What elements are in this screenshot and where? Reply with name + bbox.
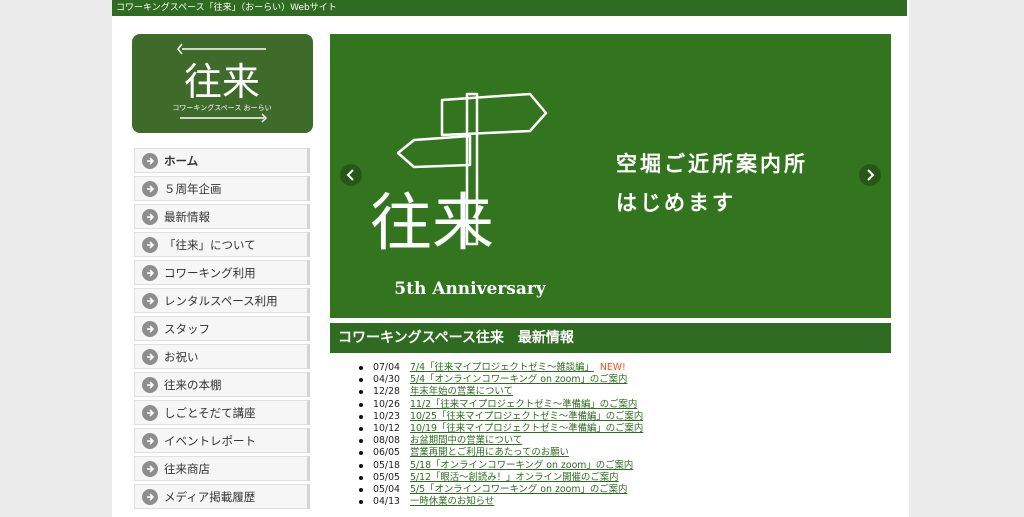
nav-item-label: お祝い: [164, 349, 199, 364]
arrow-right-icon: [142, 320, 158, 337]
news-date: 04/30: [373, 374, 401, 386]
chevron-left-icon: [346, 169, 354, 181]
news-item: 10/12 10/19「往来マイプロジェクトゼミ～準備編」のご案内: [358, 423, 643, 435]
news-link[interactable]: 5/12「眼活～創読み！」オンライン開催のご案内: [410, 472, 619, 483]
logo-graphic: 往来 コワーキングスペース おーらい: [172, 43, 272, 123]
arrow-right-icon: [142, 348, 158, 365]
nav-item-work-course[interactable]: しごとそだて講座: [134, 400, 310, 425]
news-date: 08/08: [373, 435, 401, 447]
nav-item-about[interactable]: 「往来」について: [134, 232, 310, 257]
nav-item-shop[interactable]: 往来商店: [134, 456, 310, 481]
news-link[interactable]: 5/4「オンラインコワーキング on zoom」のご案内: [410, 374, 627, 385]
arrow-right-icon: [142, 236, 158, 253]
nav-item-bookshelf[interactable]: 往来の本棚: [134, 372, 310, 397]
news-date: 05/18: [373, 459, 401, 471]
nav-item-label: 最新情報: [164, 209, 210, 224]
arrow-right-icon: [142, 460, 158, 477]
nav-item-label: しごとそだて講座: [164, 405, 256, 420]
slide-headline-1: 空堀ご近所案内所: [616, 152, 808, 176]
news-link[interactable]: 5/5「オンラインコワーキング on zoom」のご案内: [410, 484, 627, 495]
news-link[interactable]: お盆期間中の営業について: [410, 435, 522, 446]
nav-item-label: スタッフ: [164, 321, 210, 336]
nav-item-label: ５周年企画: [164, 181, 222, 196]
news-date: 12/28: [373, 386, 401, 398]
news-item: 05/05 5/12「眼活～創読み！」オンライン開催のご案内: [358, 472, 643, 484]
nav-item-celebration[interactable]: お祝い: [134, 344, 310, 369]
nav-item-home[interactable]: ホーム: [134, 148, 310, 173]
logo-main-text: 往来: [184, 60, 260, 104]
news-date: 05/04: [373, 484, 401, 496]
news-link[interactable]: 11/2「往来マイプロジェクトゼミ～準備編」のご案内: [410, 399, 637, 410]
arrow-right-icon: [142, 180, 158, 197]
chevron-right-icon: [867, 169, 875, 181]
slider-logo-left: 往来: [370, 186, 494, 259]
arrow-right-icon: [142, 152, 158, 169]
news-item: 04/13 一時休業のお知らせ: [358, 496, 643, 508]
hero-slider: 往来 5th Anniversary 空堀ご近所案内所 はじめます: [330, 34, 891, 318]
nav-item-coworking[interactable]: コワーキング利用: [134, 260, 310, 285]
nav-item-media[interactable]: メディア掲載履歴: [134, 484, 310, 509]
news-item: 10/26 11/2「往来マイプロジェクトゼミ～準備編」のご案内: [358, 399, 643, 411]
slide-headline-2: はじめます: [616, 191, 736, 215]
news-link[interactable]: 10/25「往来マイプロジェクトゼミ～準備編」のご案内: [410, 411, 643, 422]
news-item: 07/04 7/4「往来マイプロジェクトゼミ～雑談編」 NEW!: [358, 362, 643, 374]
news-date: 10/26: [373, 398, 401, 410]
sidebar-nav: ホーム ５周年企画 最新情報 「往来」について コワーキング利用 レンタルスペー…: [134, 148, 310, 512]
nav-item-rental-space[interactable]: レンタルスペース利用: [134, 288, 310, 313]
nav-item-label: 往来の本棚: [164, 377, 222, 392]
news-item: 06/05 営業再開とご利用にあたってのお願い: [358, 447, 643, 459]
arrow-right-icon: [142, 264, 158, 281]
slider-next-button[interactable]: [859, 164, 881, 186]
site-header-text: コワーキングスペース「往来」（おーらい）Webサイト: [112, 0, 907, 16]
nav-item-label: 往来商店: [164, 461, 210, 476]
news-date: 07/04: [373, 362, 401, 373]
arrow-right-icon: [142, 404, 158, 421]
news-date: 04/13: [373, 496, 401, 508]
nav-item-label: イベントレポート: [164, 433, 256, 448]
news-item: 04/30 5/4「オンラインコワーキング on zoom」のご案内: [358, 374, 643, 386]
nav-item-label: 「往来」について: [164, 237, 256, 252]
news-link[interactable]: 5/18「オンラインコワーキング on zoom」のご案内: [410, 460, 633, 471]
logo-sub-text: コワーキングスペース おーらい: [172, 103, 271, 112]
news-date: 05/05: [373, 471, 401, 483]
site-logo[interactable]: 往来 コワーキングスペース おーらい: [132, 34, 313, 133]
nav-item-label: メディア掲載履歴: [164, 489, 256, 504]
arrow-right-icon: [142, 488, 158, 505]
news-item: 08/08 お盆期間中の営業について: [358, 435, 643, 447]
arrow-right-icon: [142, 376, 158, 393]
arrow-right-icon: [142, 208, 158, 225]
nav-item-label: ホーム: [164, 153, 199, 168]
page-container: コワーキングスペース「往来」（おーらい）Webサイト 往来 コワーキングスペース…: [112, 0, 909, 517]
news-list: 07/04 7/4「往来マイプロジェクトゼミ～雑談編」 NEW! 04/30 5/4「…: [358, 362, 643, 508]
arrow-right-icon: [142, 292, 158, 309]
nav-item-5th-anniversary[interactable]: ５周年企画: [134, 176, 310, 201]
news-date: 10/23: [373, 410, 401, 422]
slider-anniversary: 5th Anniversary: [394, 279, 547, 299]
arrow-right-icon: [142, 432, 158, 449]
news-link[interactable]: 営業再開とご利用にあたってのお願い: [410, 447, 569, 458]
slider-prev-button[interactable]: [340, 164, 362, 186]
news-item: 05/04 5/5「オンラインコワーキング on zoom」のご案内: [358, 484, 643, 496]
news-link[interactable]: 7/4「往来マイプロジェクトゼミ～雑談編」: [410, 362, 594, 373]
news-item: 05/18 5/18「オンラインコワーキング on zoom」のご案内: [358, 460, 643, 472]
new-badge: NEW!: [599, 362, 626, 373]
nav-item-event-report[interactable]: イベントレポート: [134, 428, 310, 453]
nav-item-news[interactable]: 最新情報: [134, 204, 310, 229]
nav-item-staff[interactable]: スタッフ: [134, 316, 310, 341]
news-item: 10/23 10/25「往来マイプロジェクトゼミ～準備編」のご案内: [358, 411, 643, 423]
news-section-title: コワーキングスペース往来 最新情報: [330, 323, 891, 353]
news-link[interactable]: 年末年始の営業について: [410, 386, 513, 397]
news-link[interactable]: 10/19「往来マイプロジェクトゼミ～準備編」のご案内: [410, 423, 643, 434]
nav-item-label: コワーキング利用: [164, 265, 256, 280]
news-date: 06/05: [373, 447, 401, 459]
news-link[interactable]: 一時休業のお知らせ: [410, 496, 494, 507]
news-item: 12/28 年末年始の営業について: [358, 386, 643, 398]
nav-item-label: レンタルスペース利用: [164, 293, 278, 308]
news-date: 10/12: [373, 423, 401, 435]
